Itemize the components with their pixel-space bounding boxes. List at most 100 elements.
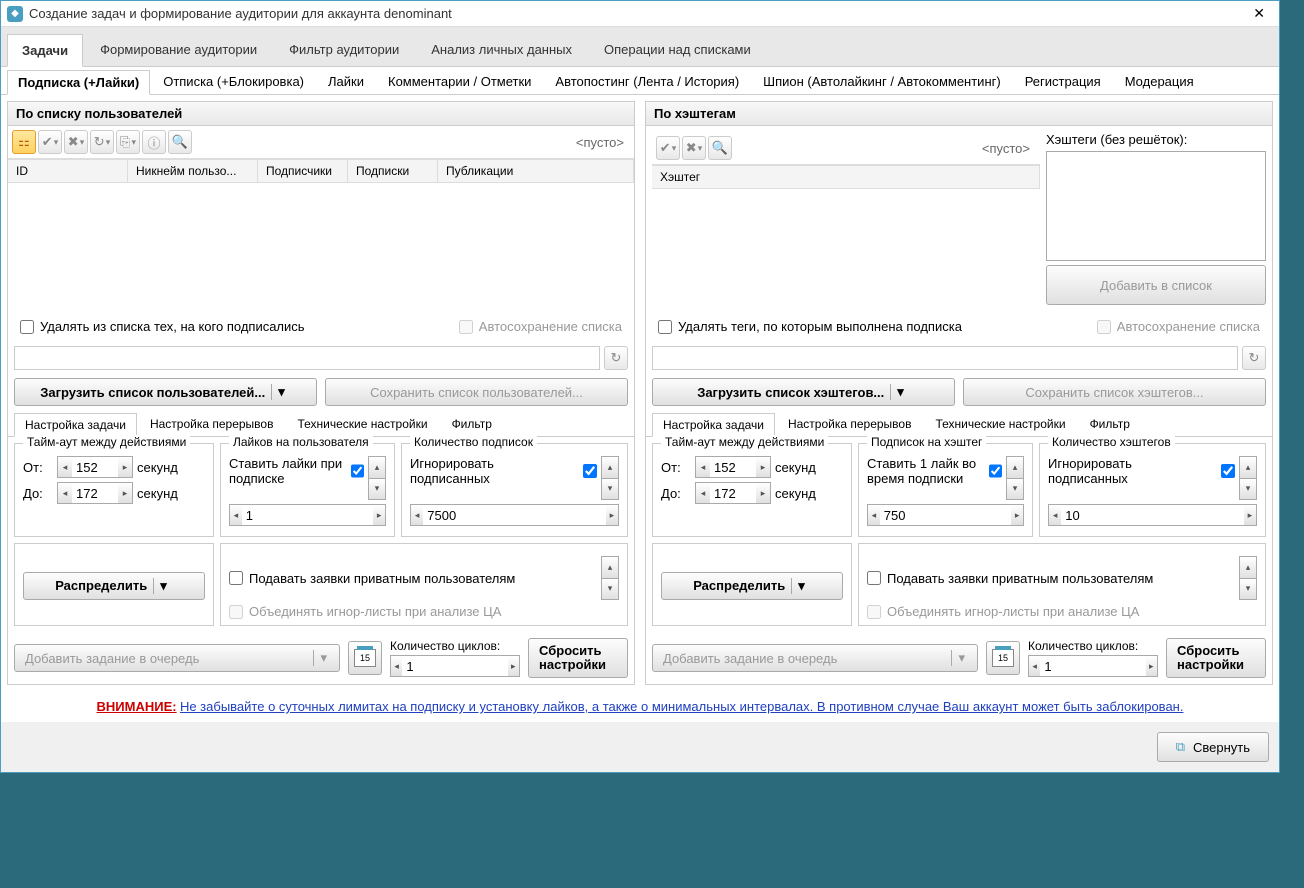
reset-button-r[interactable]: Сбросить настройки xyxy=(1166,638,1266,678)
load-userlist-button[interactable]: Загрузить список пользователей...▾ xyxy=(14,378,317,406)
sec-label: секунд xyxy=(137,460,178,475)
cycles-label-r: Количество циклов: xyxy=(1028,639,1158,653)
cycles-spinner-r[interactable]: ◂▸ xyxy=(1028,655,1158,677)
add-queue-button: Добавить задание в очередь▾ xyxy=(14,644,340,672)
window-title: Создание задач и формирование аудитории … xyxy=(29,6,1245,21)
userlist-path-input[interactable] xyxy=(14,346,600,370)
settab-breaks[interactable]: Настройка перерывов xyxy=(139,412,285,436)
subtab-register[interactable]: Регистрация xyxy=(1014,69,1112,94)
copy-dropdown-icon[interactable]: ⎘ xyxy=(116,130,140,154)
check-dropdown-icon[interactable]: ✔ xyxy=(38,130,62,154)
distribute-button[interactable]: Распределить▾ xyxy=(23,572,205,600)
subtab-subscribe[interactable]: Подписка (+Лайки) xyxy=(7,70,150,95)
search-icon[interactable]: 🔍 xyxy=(168,130,192,154)
delete-dropdown-icon[interactable]: ✖ xyxy=(682,136,706,160)
settab-tech-r[interactable]: Технические настройки xyxy=(924,412,1076,436)
likes-spinner-r[interactable]: ◂▸ xyxy=(867,504,1024,526)
subs-vspin-r[interactable]: ▴▾ xyxy=(1239,456,1257,500)
check-ignore-subscribed-r[interactable]: Игнорировать подписанных xyxy=(1048,456,1235,486)
likes-vspin-r[interactable]: ▴▾ xyxy=(1006,456,1024,500)
check-private[interactable]: Подавать заявки приватным пользователям xyxy=(229,571,515,586)
to-spinner[interactable]: ◂▸ xyxy=(57,482,133,504)
tree-icon[interactable]: ⚏ xyxy=(12,130,36,154)
col-hashtag[interactable]: Хэштег xyxy=(652,166,1040,188)
hashtag-textarea[interactable] xyxy=(1046,151,1266,261)
likes-spinner[interactable]: ◂▸ xyxy=(229,504,386,526)
check-put-likes-r[interactable]: Ставить 1 лайк во время подписки xyxy=(867,456,1002,486)
priv-vspin-r[interactable]: ▴▾ xyxy=(1239,556,1257,600)
check-autosave-list: Автосохранение списка xyxy=(453,315,628,338)
priv-vspin[interactable]: ▴▾ xyxy=(601,556,619,600)
collapse-button[interactable]: ⧉ Свернуть xyxy=(1157,732,1269,762)
tab-listops[interactable]: Операции над списками xyxy=(589,33,766,66)
cycles-spinner[interactable]: ◂▸ xyxy=(390,655,520,677)
delete-dropdown-icon[interactable]: ✖ xyxy=(64,130,88,154)
settab-task-r[interactable]: Настройка задачи xyxy=(652,413,775,437)
refresh-icon[interactable]: ↻ xyxy=(604,346,628,370)
likes-vspin[interactable]: ▴▾ xyxy=(368,456,386,500)
tab-analysis[interactable]: Анализ личных данных xyxy=(416,33,587,66)
refresh-dropdown-icon[interactable]: ↻ xyxy=(90,130,114,154)
subtab-likes[interactable]: Лайки xyxy=(317,69,375,94)
settab-filter[interactable]: Фильтр xyxy=(441,412,503,436)
info-icon[interactable]: ⓘ xyxy=(142,130,166,154)
sec-label2: секунд xyxy=(137,486,178,501)
settab-task[interactable]: Настройка задачи xyxy=(14,413,137,437)
tab-tasks[interactable]: Задачи xyxy=(7,34,83,67)
subtab-comments[interactable]: Комментарии / Отметки xyxy=(377,69,542,94)
titlebar: ◆ Создание задач и формирование аудитори… xyxy=(1,1,1279,27)
panel-userlist: По списку пользователей ⚏ ✔ ✖ ↻ ⎘ ⓘ 🔍 <п… xyxy=(7,101,635,685)
calendar-button-r[interactable]: 15 xyxy=(986,641,1020,675)
panel-hashtags-title: По хэштегам xyxy=(646,102,1272,126)
warning-link[interactable]: Не забывайте о суточных лимитах на подпи… xyxy=(180,699,1184,714)
userlist-empty-label: <пусто> xyxy=(576,135,630,150)
save-userlist-button: Сохранить список пользователей... xyxy=(325,378,628,406)
check-remove-subscribed[interactable]: Удалять из списка тех, на кого подписали… xyxy=(14,315,311,338)
col-followers[interactable]: Подписчики xyxy=(258,160,348,182)
check-private-r[interactable]: Подавать заявки приватным пользователям xyxy=(867,571,1153,586)
hashtag-input-label: Хэштеги (без решёток): xyxy=(1046,132,1266,147)
userlist-grid[interactable]: ID Никнейм пользо... Подписчики Подписки… xyxy=(8,159,634,311)
col-posts[interactable]: Публикации xyxy=(438,160,634,182)
add-queue-button-r: Добавить задание в очередь▾ xyxy=(652,644,978,672)
settab-breaks-r[interactable]: Настройка перерывов xyxy=(777,412,923,436)
subs-vspin[interactable]: ▴▾ xyxy=(601,456,619,500)
from-spinner[interactable]: ◂▸ xyxy=(57,456,133,478)
left-setting-tabs: Настройка задачи Настройка перерывов Тех… xyxy=(8,410,634,437)
hashtag-path-input[interactable] xyxy=(652,346,1238,370)
right-setting-tabs: Настройка задачи Настройка перерывов Тех… xyxy=(646,410,1272,437)
close-icon[interactable]: ✕ xyxy=(1245,5,1273,22)
calendar-button[interactable]: 15 xyxy=(348,641,382,675)
col-id[interactable]: ID xyxy=(8,160,128,182)
from-spinner-r[interactable]: ◂▸ xyxy=(695,456,771,478)
col-following[interactable]: Подписки xyxy=(348,160,438,182)
subtab-unsubscribe[interactable]: Отписка (+Блокировка) xyxy=(152,69,315,94)
load-hashtags-button[interactable]: Загрузить список хэштегов...▾ xyxy=(652,378,955,406)
settab-filter-r[interactable]: Фильтр xyxy=(1079,412,1141,436)
check-ignore-subscribed[interactable]: Игнорировать подписанных xyxy=(410,456,597,486)
hashtag-grid[interactable]: Хэштег xyxy=(652,165,1040,305)
userlist-toolbar: ⚏ ✔ ✖ ↻ ⎘ ⓘ 🔍 <пусто> xyxy=(8,126,634,159)
subs-spinner-r[interactable]: ◂▸ xyxy=(1048,504,1257,526)
subs-spinner[interactable]: ◂▸ xyxy=(410,504,619,526)
settab-tech[interactable]: Технические настройки xyxy=(286,412,438,436)
distribute-button-r[interactable]: Распределить▾ xyxy=(661,572,843,600)
timeout-legend: Тайм-аут между действиями xyxy=(23,435,190,449)
reset-button[interactable]: Сбросить настройки xyxy=(528,638,628,678)
subs-legend: Количество подписок xyxy=(410,435,537,449)
check-put-likes[interactable]: Ставить лайки при подписке xyxy=(229,456,364,486)
subtab-moderation[interactable]: Модерация xyxy=(1114,69,1205,94)
subtab-spy[interactable]: Шпион (Автолайкинг / Автокомментинг) xyxy=(752,69,1012,94)
cycles-label: Количество циклов: xyxy=(390,639,520,653)
tab-audience[interactable]: Формирование аудитории xyxy=(85,33,272,66)
subtab-autopost[interactable]: Автопостинг (Лента / История) xyxy=(544,69,750,94)
refresh-icon[interactable]: ↻ xyxy=(1242,346,1266,370)
to-spinner-r[interactable]: ◂▸ xyxy=(695,482,771,504)
check-dropdown-icon[interactable]: ✔ xyxy=(656,136,680,160)
search-icon[interactable]: 🔍 xyxy=(708,136,732,160)
col-nick[interactable]: Никнейм пользо... xyxy=(128,160,258,182)
tab-filter[interactable]: Фильтр аудитории xyxy=(274,33,414,66)
save-hashtags-button: Сохранить список хэштегов... xyxy=(963,378,1266,406)
check-remove-tags[interactable]: Удалять теги, по которым выполнена подпи… xyxy=(652,315,968,338)
panel-hashtags: По хэштегам ✔ ✖ 🔍 <пусто> Хэштег xyxy=(645,101,1273,685)
